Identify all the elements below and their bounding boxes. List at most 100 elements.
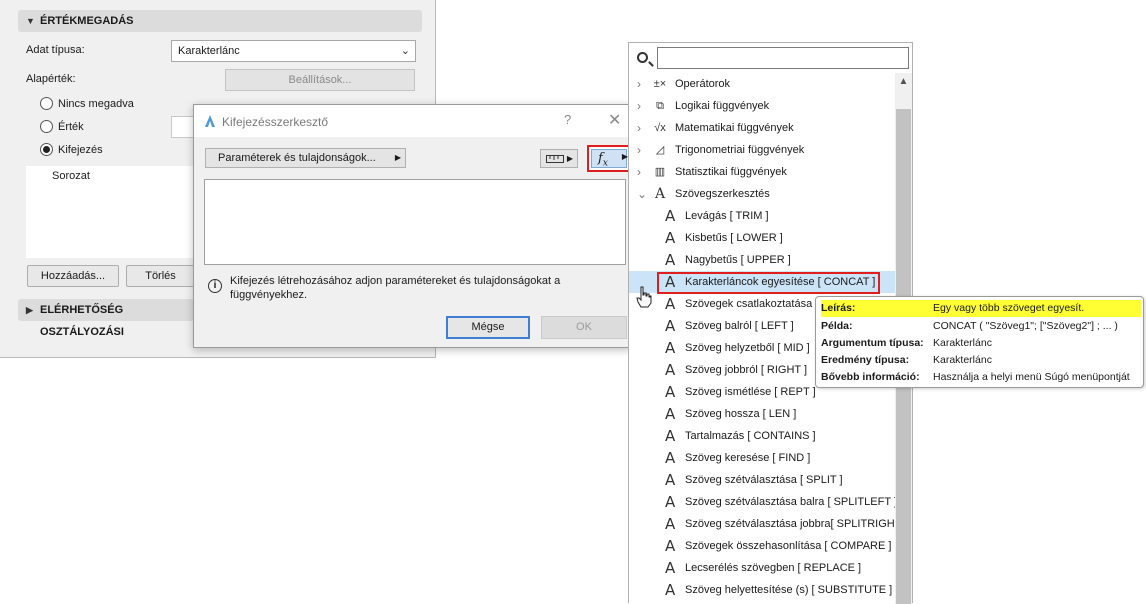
text-function-icon: A xyxy=(665,361,676,379)
search-input[interactable] xyxy=(657,47,909,69)
radio-value[interactable] xyxy=(40,120,53,133)
menu-arrow-icon: ▶ xyxy=(394,153,401,162)
info-text: Kifejezés létrehozásához adjon paraméter… xyxy=(230,275,561,301)
data-type-label: Adat típusa: xyxy=(26,44,85,56)
collapse-triangle-icon: ▼ xyxy=(26,16,35,26)
function-row[interactable]: A Levágás [ TRIM ] xyxy=(629,205,895,227)
ok-button[interactable]: OK xyxy=(541,316,627,339)
radio-expression[interactable] xyxy=(40,143,53,156)
category-row[interactable]: › √x Matematikai függvények xyxy=(629,117,895,139)
section2-title: ELÉRHETŐSÉG OSZTÁLYOZÁSI xyxy=(40,304,124,338)
chart-icon: ▥ xyxy=(654,166,666,178)
function-row[interactable]: A Szöveg hossza [ LEN ] xyxy=(629,403,895,425)
selection-highlight-box xyxy=(657,272,880,294)
text-function-icon: A xyxy=(665,427,676,445)
function-row[interactable]: A Szöveg helyettesítése (s) [ SUBSTITUTE … xyxy=(629,579,895,601)
function-row[interactable]: A Szöveg szétválasztása balra [ SPLITLEFT… xyxy=(629,491,897,513)
triangle-icon: ◿ xyxy=(655,144,665,156)
chevron-right-icon[interactable]: › xyxy=(637,139,641,161)
category-label: Szövegszerkesztés xyxy=(675,188,770,200)
section-header-availability[interactable]: ▶ ELÉRHETŐSÉG OSZTÁLYOZÁSI xyxy=(18,299,194,338)
chevron-right-icon[interactable]: › xyxy=(637,73,641,95)
function-row[interactable]: A Nagybetűs [ UPPER ] xyxy=(629,249,895,271)
delete-button[interactable]: Törlés xyxy=(126,265,194,287)
text-function-icon: A xyxy=(665,471,676,489)
function-label: Tartalmazás [ CONTAINS ] xyxy=(685,430,816,442)
section-title: ÉRTÉKMEGADÁS xyxy=(40,15,134,27)
category-label: Trigonometriai függvények xyxy=(675,144,805,156)
expression-textarea[interactable] xyxy=(204,179,626,265)
cancel-button[interactable]: Mégse xyxy=(446,316,530,339)
tooltip-row-more-info: Bővebb információ: Használja a helyi men… xyxy=(821,369,1141,386)
function-label: Szöveg szétválasztása jobbra[ SPLITRIGHT xyxy=(685,518,902,530)
text-function-icon: A xyxy=(665,405,676,423)
radio-none[interactable] xyxy=(40,97,53,110)
scroll-up-icon[interactable]: ▲ xyxy=(895,73,912,90)
tooltip-value: CONCAT ( "Szöveg1"; ["Szöveg2"] ; ... ) xyxy=(933,320,1118,332)
tooltip-row-argument-type: Argumentum típusa: Karakterlánc xyxy=(821,335,1141,352)
function-row[interactable]: A Szöveg keresése [ FIND ] xyxy=(629,447,895,469)
text-function-icon: A xyxy=(665,251,676,269)
settings-button[interactable]: Beállítások... xyxy=(225,69,415,91)
category-row[interactable]: › ⧉ Logikai függvények xyxy=(629,95,895,117)
function-row-selected[interactable]: A Karakterláncok egyesítése [ CONCAT ] xyxy=(629,271,895,294)
default-value-label: Alapérték: xyxy=(26,73,76,85)
category-row[interactable]: › ±× Operátorok xyxy=(629,73,895,95)
text-function-icon: A xyxy=(665,295,676,313)
section-header-value[interactable]: ▼ ÉRTÉKMEGADÁS xyxy=(18,10,422,32)
units-button[interactable]: ▶ xyxy=(540,149,578,168)
add-button[interactable]: Hozzáadás... xyxy=(27,265,119,287)
function-row[interactable]: A Tartalmazás [ CONTAINS ] xyxy=(629,425,895,447)
chevron-right-icon[interactable]: › xyxy=(637,161,641,183)
list-item[interactable]: Sorozat xyxy=(52,170,90,182)
text-function-icon: A xyxy=(665,449,676,467)
expression-list[interactable]: Sorozat xyxy=(26,166,196,258)
radio-value-label: Érték xyxy=(58,121,84,133)
function-label: Szöveg helyettesítése (s) [ SUBSTITUTE ] xyxy=(685,584,893,596)
category-label: Matematikai függvények xyxy=(675,122,794,134)
tooltip-value: Egy vagy több szöveget egyesít. xyxy=(933,302,1085,314)
chevron-down-icon[interactable]: ⌄ xyxy=(637,183,647,205)
search-icon xyxy=(637,52,648,63)
category-row[interactable]: › ▥ Statisztikai függvények xyxy=(629,161,895,183)
tooltip-row-description: Leírás: Egy vagy több szöveget egyesít. xyxy=(821,300,1141,317)
function-label: Szöveg ismétlése [ REPT ] xyxy=(685,386,816,398)
help-button[interactable]: ? xyxy=(564,112,571,127)
sqrt-icon: √x xyxy=(654,122,666,134)
radio-expression-label: Kifejezés xyxy=(58,144,103,156)
menu-arrow-icon: ▶ xyxy=(566,154,573,163)
fx-icon: fx xyxy=(598,151,608,169)
function-row[interactable]: A Szöveg szétválasztása [ SPLIT ] xyxy=(629,469,895,491)
tooltip-value: Karakterlánc xyxy=(933,337,992,349)
expression-editor-dialog: Kifejezésszerkesztő ? ✕ Paraméterek és t… xyxy=(193,104,633,348)
tooltip-key: Eredmény típusa: xyxy=(821,354,910,366)
chevron-right-icon[interactable]: › xyxy=(637,117,641,139)
app-logo-icon xyxy=(205,115,215,127)
tooltip-key: Bővebb információ: xyxy=(821,371,920,383)
data-type-value: Karakterlánc xyxy=(178,45,240,57)
function-row[interactable]: A Lecserélés szövegben [ REPLACE ] xyxy=(629,557,895,579)
function-label: Levágás [ TRIM ] xyxy=(685,210,769,222)
parameters-properties-button[interactable]: Paraméterek és tulajdonságok... ▶ xyxy=(205,148,406,168)
close-button[interactable]: ✕ xyxy=(608,110,621,130)
category-row[interactable]: › ◿ Trigonometriai függvények xyxy=(629,139,895,161)
function-label: Szöveg balról [ LEFT ] xyxy=(685,320,794,332)
functions-button-highlight[interactable]: fx ▶ xyxy=(587,145,631,172)
function-label: Szöveg keresése [ FIND ] xyxy=(685,452,811,464)
function-row[interactable]: A Szöveg szétválasztása jobbra[ SPLITRIGH… xyxy=(629,513,901,535)
function-row[interactable]: A Szövegek összehasonlítása [ COMPARE ] xyxy=(629,535,895,557)
radio-none-label: Nincs megadva xyxy=(58,98,134,110)
chevron-right-icon[interactable]: › xyxy=(637,95,641,117)
category-row[interactable]: ⌄ A Szövegszerkesztés xyxy=(629,183,895,205)
function-row[interactable]: A Kisbetűs [ LOWER ] xyxy=(629,227,895,249)
text-function-icon: A xyxy=(665,229,676,247)
function-label: Nagybetűs [ UPPER ] xyxy=(685,254,791,266)
data-type-select[interactable]: Karakterlánc ⌄ xyxy=(171,40,416,62)
tooltip-value: Karakterlánc xyxy=(933,354,992,366)
function-label: Szöveg hossza [ LEN ] xyxy=(685,408,797,420)
text-function-icon: A xyxy=(665,515,676,533)
text-function-icon: A xyxy=(665,559,676,577)
chevron-down-icon: ⌄ xyxy=(400,45,410,57)
dialog-titlebar[interactable]: Kifejezésszerkesztő ? ✕ xyxy=(194,105,632,137)
category-label: Operátorok xyxy=(675,78,731,90)
